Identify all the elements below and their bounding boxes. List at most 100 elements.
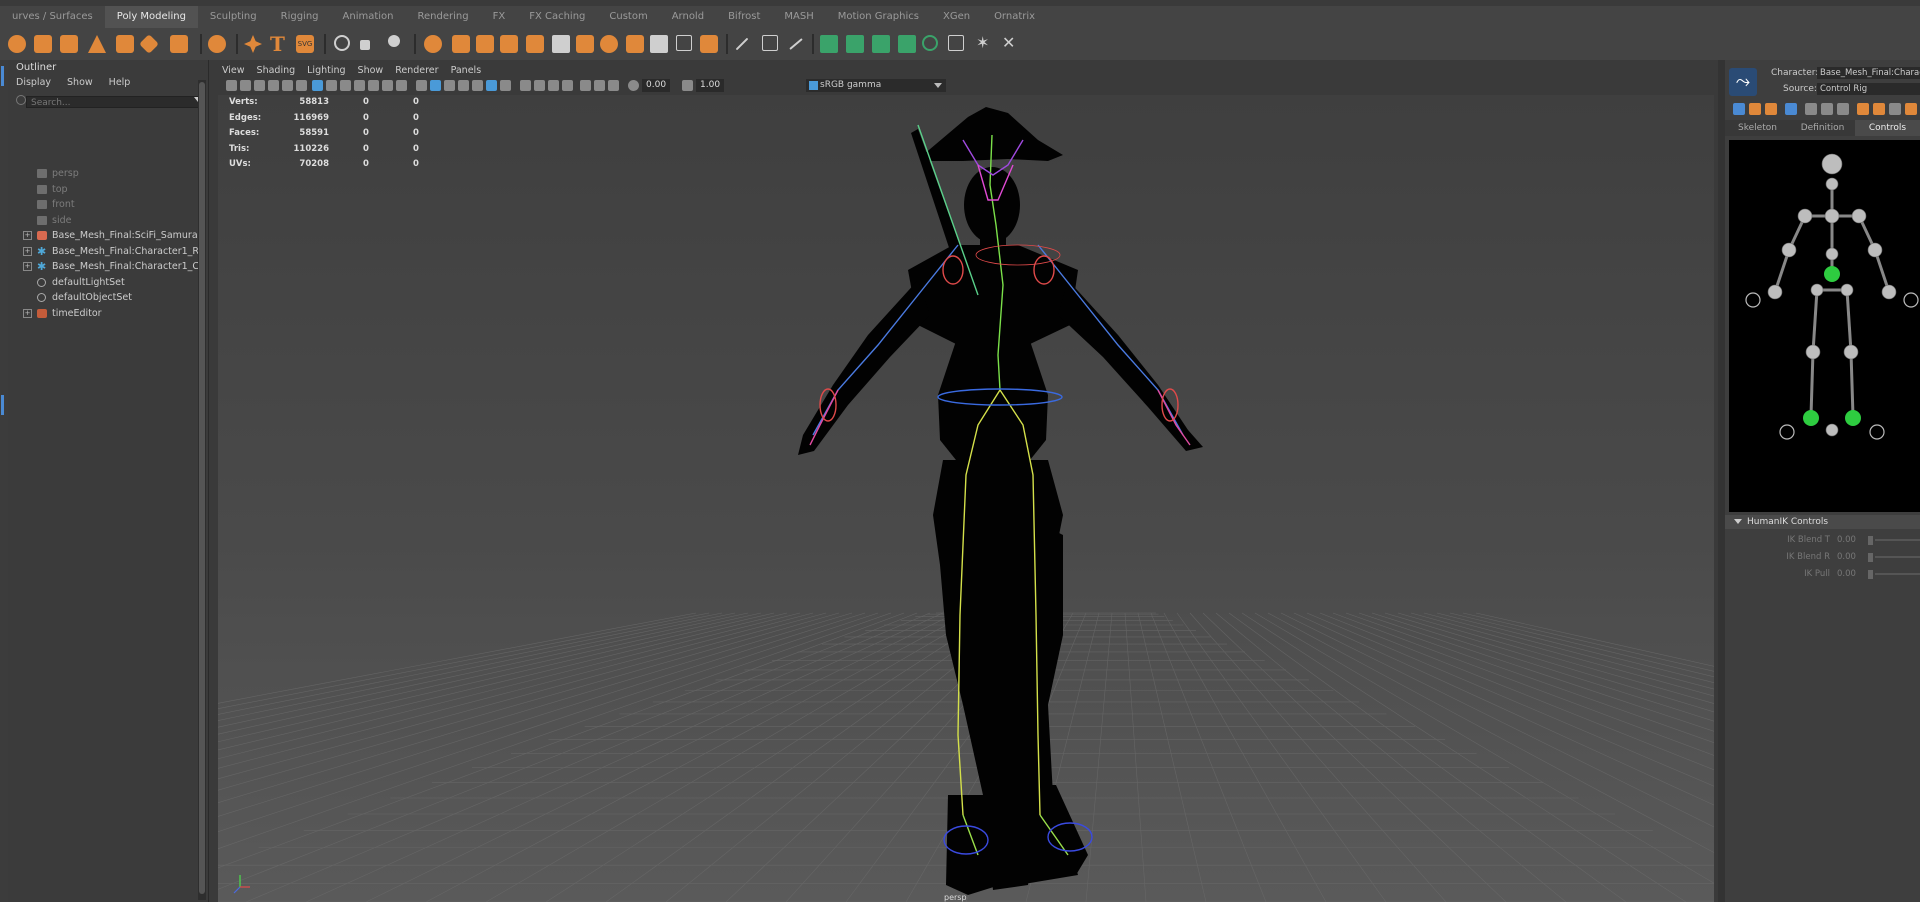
viewport-canvas[interactable] (218, 95, 1714, 902)
outliner-scroll-thumb[interactable] (199, 82, 205, 894)
shelf-tab-0[interactable]: urves / Surfaces (0, 6, 105, 28)
panel-divider[interactable] (1718, 60, 1725, 902)
key-body-part-icon[interactable] (1873, 103, 1885, 115)
color-space-dropdown[interactable]: sRGB gamma (806, 79, 946, 92)
ik-value[interactable]: 0.00 (1837, 567, 1856, 581)
gamma-field[interactable]: 1.00 (696, 79, 725, 92)
reach-icon[interactable] (1837, 103, 1849, 115)
camera-attributes-icon[interactable] (240, 80, 251, 91)
shelf-tab-11[interactable]: MASH (772, 6, 825, 28)
xray-icon[interactable] (500, 80, 511, 91)
pin-translate-icon[interactable] (1749, 103, 1761, 115)
poly-platonic-icon[interactable] (208, 35, 226, 53)
depth-of-field-icon[interactable] (562, 80, 573, 91)
expand-icon[interactable]: + (23, 246, 32, 256)
viewport-menu-view[interactable]: View (216, 64, 251, 78)
expand-icon[interactable]: + (23, 308, 32, 318)
shelf-tab-7[interactable]: FX Caching (517, 6, 597, 28)
ik-slider-track[interactable] (1875, 556, 1920, 558)
gate-mask-icon[interactable] (354, 80, 365, 91)
outliner-menu-help[interactable]: Help (101, 76, 139, 90)
selection-icon[interactable] (1821, 103, 1833, 115)
booleans-icon[interactable] (500, 35, 518, 53)
viewport-menu-shading[interactable]: Shading (251, 64, 302, 78)
automatic-map-icon[interactable] (922, 35, 938, 51)
ik-value[interactable]: 0.00 (1837, 533, 1856, 547)
viewport-menu-lighting[interactable]: Lighting (301, 64, 351, 78)
xray-joints-icon[interactable] (594, 80, 605, 91)
outliner-item[interactable]: front (8, 197, 198, 212)
cylindrical-map-icon[interactable] (872, 35, 890, 53)
outliner-item[interactable]: defaultLightSet (8, 275, 198, 290)
viewport-menu-panels[interactable]: Panels (445, 64, 488, 78)
poly-cone-icon[interactable] (88, 35, 106, 53)
combine-icon[interactable] (424, 35, 442, 53)
ik-value[interactable]: 0.00 (1837, 550, 1856, 564)
expand-icon[interactable]: + (23, 231, 32, 240)
ik-slider-handle[interactable] (1868, 570, 1873, 579)
shelf-tab-13[interactable]: XGen (931, 6, 982, 28)
smooth-shade-icon[interactable] (430, 80, 441, 91)
exposure-icon[interactable] (628, 80, 639, 91)
outliner-menu-show[interactable]: Show (59, 76, 101, 90)
film-gate-icon[interactable] (326, 80, 337, 91)
grease-pencil-icon[interactable] (296, 80, 307, 91)
outliner-item[interactable]: + Base_Mesh_Final:SciFi_Samurai (8, 228, 198, 243)
shelf-tab-10[interactable]: Bifrost (716, 6, 772, 28)
key-all-icon[interactable] (1857, 103, 1869, 115)
outliner-item[interactable]: side (8, 213, 198, 228)
shelf-tab-5[interactable]: Rendering (406, 6, 481, 28)
separate-icon[interactable] (452, 35, 470, 53)
extrude-icon[interactable] (626, 35, 644, 53)
poly-sphere-icon[interactable] (8, 35, 26, 53)
fill-hole-icon[interactable] (700, 35, 718, 53)
bridge-icon[interactable] (676, 35, 692, 51)
shelf-tab-9[interactable]: Arnold (660, 6, 716, 28)
shelf-tab-2[interactable]: Sculpting (198, 6, 269, 28)
bookmark-icon[interactable] (254, 80, 265, 91)
gamma-icon[interactable] (682, 80, 693, 91)
viewport-menu-renderer[interactable]: Renderer (389, 64, 444, 78)
cleanup-icon[interactable] (600, 35, 618, 53)
cut-sew-icon[interactable]: ✕ (1002, 35, 1020, 53)
spherical-map-icon[interactable] (898, 35, 916, 53)
offset-edge-loop-icon[interactable] (789, 38, 803, 50)
image-plane-icon[interactable] (268, 80, 279, 91)
wireframe-on-shaded-icon[interactable] (444, 80, 455, 91)
xray-active-icon[interactable] (608, 80, 619, 91)
tab-definition[interactable]: Definition (1790, 120, 1855, 136)
outliner-item[interactable]: defaultObjectSet (8, 290, 198, 305)
safe-action-icon[interactable] (382, 80, 393, 91)
outliner-search-input[interactable]: Search... (26, 96, 202, 108)
uv-editor-icon[interactable] (820, 35, 838, 53)
outliner-scrollbar[interactable] (198, 80, 206, 900)
humanik-logo-icon[interactable]: ⤳ (1729, 68, 1757, 96)
select-camera-icon[interactable] (226, 80, 237, 91)
poly-cylinder-icon[interactable] (60, 35, 78, 53)
key-selected-icon[interactable] (1889, 103, 1901, 115)
humanik-control-figure[interactable] (1729, 140, 1920, 512)
exposure-field[interactable]: 0.00 (642, 79, 671, 92)
reduce-icon[interactable] (552, 35, 570, 53)
bevel-icon[interactable] (650, 35, 668, 53)
safe-title-icon[interactable] (396, 80, 407, 91)
resolution-gate-icon[interactable] (340, 80, 351, 91)
unfold-icon[interactable]: ✶ (976, 35, 994, 53)
target-weld-icon[interactable] (334, 35, 350, 51)
character-field[interactable]: Base_Mesh_Final:Charact (1817, 67, 1920, 79)
pivot-icon[interactable] (388, 35, 400, 47)
outliner-item[interactable]: + ✱ Base_Mesh_Final:Character1_Referen (8, 244, 198, 259)
ik-slider-track[interactable] (1875, 573, 1920, 575)
mirror-pose-icon[interactable] (1905, 103, 1917, 115)
poly-plane-icon[interactable] (139, 34, 159, 54)
source-field[interactable]: Control Rig (1817, 83, 1920, 95)
ik-slider-track[interactable] (1875, 539, 1920, 541)
tab-controls[interactable]: Controls (1855, 120, 1920, 136)
antialiasing-icon[interactable] (548, 80, 559, 91)
ik-slider-handle[interactable] (1868, 536, 1873, 545)
isolate-select-icon[interactable] (580, 80, 591, 91)
poly-disc-icon[interactable] (170, 35, 188, 53)
shelf-tab-4[interactable]: Animation (331, 6, 406, 28)
outliner-item[interactable]: persp (8, 166, 198, 181)
full-body-icon[interactable] (1785, 103, 1797, 115)
